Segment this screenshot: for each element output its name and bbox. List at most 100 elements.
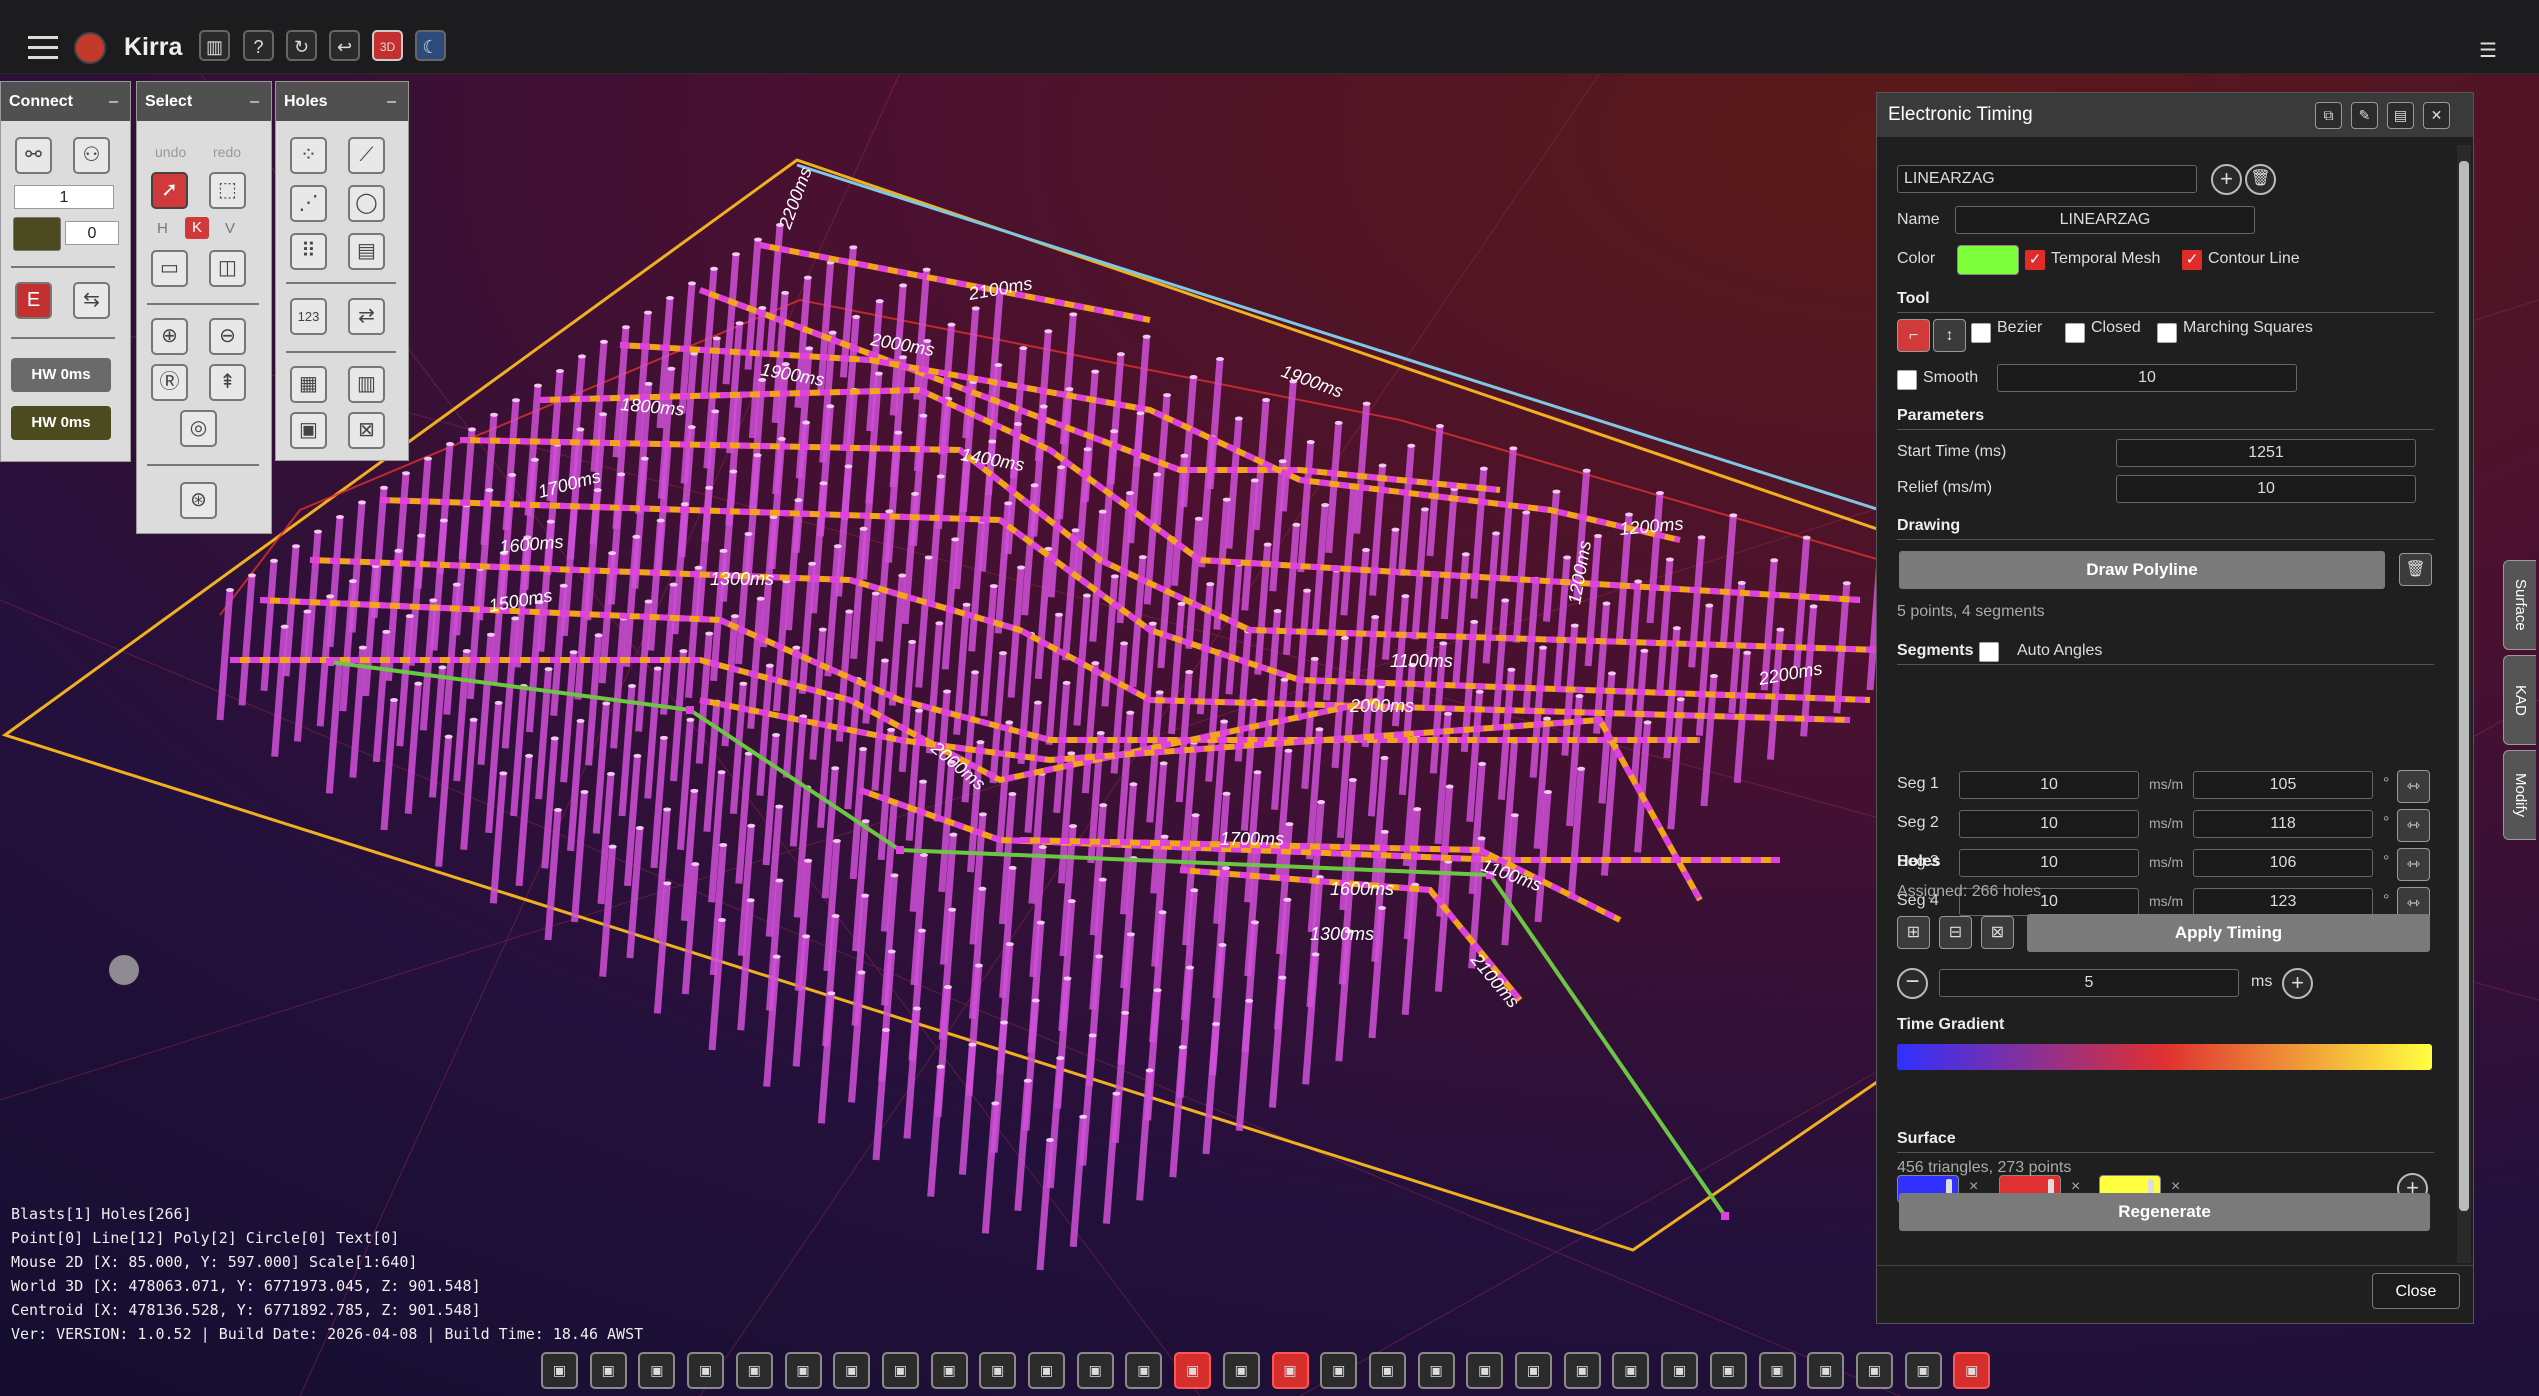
v-toggle[interactable]: V bbox=[225, 220, 235, 237]
close-icon[interactable]: ✕ bbox=[2423, 102, 2450, 129]
bottom-tool-icon[interactable]: ▣ bbox=[1174, 1352, 1212, 1389]
dialog-title[interactable]: Electronic Timing bbox=[1877, 93, 2473, 137]
list-icon[interactable]: ☰ bbox=[2479, 38, 2497, 63]
hw-button-1[interactable]: HW 0ms bbox=[11, 358, 111, 392]
remove-icon[interactable]: ⊖ bbox=[209, 318, 246, 355]
assign-holes-icon[interactable]: ⊞ bbox=[1897, 916, 1930, 949]
move-tool-icon[interactable]: ↕ bbox=[1933, 319, 1966, 352]
redo-label[interactable]: redo bbox=[213, 144, 241, 160]
expand-icon[interactable]: ▣ bbox=[290, 412, 327, 449]
undo-icon[interactable]: ↩ bbox=[329, 30, 360, 61]
modify-tab[interactable]: Modify bbox=[2503, 750, 2536, 840]
assign-row-icon[interactable]: ⊟ bbox=[1939, 916, 1972, 949]
minimize-icon[interactable]: – bbox=[250, 82, 259, 121]
color-swatch[interactable] bbox=[13, 217, 61, 251]
draw-polyline-button[interactable]: Draw Polyline bbox=[1899, 551, 2385, 589]
marching-squares-checkbox[interactable] bbox=[2157, 323, 2177, 343]
help-icon[interactable]: ? bbox=[243, 30, 274, 61]
bottom-tool-icon[interactable]: ▣ bbox=[687, 1352, 725, 1389]
smooth-checkbox[interactable] bbox=[1897, 370, 1917, 390]
bottom-tool-icon[interactable]: ▣ bbox=[1563, 1352, 1601, 1389]
scrollbar[interactable] bbox=[2457, 145, 2471, 1263]
bottom-tool-icon[interactable]: ▣ bbox=[1612, 1352, 1650, 1389]
flip-segment-icon[interactable]: ⇿ bbox=[2397, 809, 2430, 842]
numbering-icon[interactable]: 123 bbox=[290, 298, 327, 335]
decrement-icon[interactable]: − bbox=[1897, 968, 1928, 999]
h-toggle[interactable]: H bbox=[157, 220, 168, 237]
collapse-icon[interactable]: ⊠ bbox=[348, 412, 385, 449]
connect-icon[interactable]: ⚯ bbox=[15, 137, 52, 174]
apply-timing-button[interactable]: Apply Timing bbox=[2027, 914, 2430, 952]
close-button[interactable]: Close bbox=[2372, 1273, 2460, 1309]
bottom-tool-icon[interactable]: ▣ bbox=[833, 1352, 871, 1389]
bottom-tool-icon[interactable]: ▣ bbox=[1466, 1352, 1504, 1389]
table-icon[interactable]: ▦ bbox=[290, 366, 327, 403]
route-icon[interactable]: ⇆ bbox=[73, 282, 110, 319]
segment-angle-input[interactable]: 123 bbox=[2193, 888, 2373, 916]
pointer-select-icon[interactable]: ➚ bbox=[151, 172, 188, 209]
bottom-tool-icon[interactable]: ▣ bbox=[1709, 1352, 1747, 1389]
bottom-tool-icon[interactable]: ▣ bbox=[541, 1352, 578, 1389]
book-icon[interactable]: ▥ bbox=[199, 30, 230, 61]
bottom-tool-icon[interactable]: ▣ bbox=[1417, 1352, 1455, 1389]
bottom-tool-icon[interactable]: ▣ bbox=[1515, 1352, 1552, 1389]
bottom-tool-icon[interactable]: ▣ bbox=[638, 1352, 676, 1389]
color-picker[interactable] bbox=[1957, 245, 2019, 275]
segment-angle-input[interactable]: 105 bbox=[2193, 771, 2373, 799]
delete-icon[interactable]: 🗑 bbox=[2245, 164, 2276, 195]
hamburger-menu-icon[interactable] bbox=[28, 36, 58, 60]
moon-icon[interactable]: ☾ bbox=[415, 30, 446, 61]
segment-angle-input[interactable]: 118 bbox=[2193, 810, 2373, 838]
multi-connect-icon[interactable]: ⚇ bbox=[73, 137, 110, 174]
bottom-tool-icon[interactable]: ▣ bbox=[1953, 1352, 1991, 1389]
connect-panel-header[interactable]: Connect – bbox=[1, 82, 130, 121]
closed-checkbox[interactable] bbox=[2065, 323, 2085, 343]
distribute-icon[interactable]: ▥ bbox=[348, 366, 385, 403]
temporal-mesh-checkbox[interactable]: ✓ bbox=[2025, 250, 2045, 270]
bottom-tool-icon[interactable]: ▣ bbox=[930, 1352, 968, 1389]
circle-hole-icon[interactable]: ◯ bbox=[348, 185, 385, 222]
bottom-tool-icon[interactable]: ▣ bbox=[1222, 1352, 1260, 1389]
bottom-tool-icon[interactable]: ▣ bbox=[589, 1352, 627, 1389]
maximize-icon[interactable]: ▤ bbox=[2387, 102, 2414, 129]
select-panel-header[interactable]: Select – bbox=[137, 82, 271, 121]
bottom-tool-icon[interactable]: ▣ bbox=[1368, 1352, 1406, 1389]
unassign-holes-icon[interactable]: ⊠ bbox=[1981, 916, 2014, 949]
segment-relief-input[interactable]: 10 bbox=[1959, 771, 2139, 799]
add-icon[interactable]: ⊕ bbox=[151, 318, 188, 355]
timing-select[interactable]: LINEARZAG bbox=[1897, 165, 2197, 193]
surface-tab[interactable]: Surface bbox=[2503, 560, 2536, 650]
bottom-tool-icon[interactable]: ▣ bbox=[784, 1352, 822, 1389]
step-input[interactable]: 5 bbox=[1939, 969, 2239, 997]
bottom-tool-icon[interactable]: ▣ bbox=[1758, 1352, 1796, 1389]
grid-holes-icon[interactable]: ⠿ bbox=[290, 233, 327, 270]
bottom-tool-icon[interactable]: ▣ bbox=[1076, 1352, 1114, 1389]
bottom-tool-icon[interactable]: ▣ bbox=[1661, 1352, 1699, 1389]
contour-line-checkbox[interactable]: ✓ bbox=[2182, 250, 2202, 270]
ruler-icon[interactable]: ◫ bbox=[209, 250, 246, 287]
auto-angles-checkbox[interactable] bbox=[1979, 642, 1999, 662]
measure-icon[interactable]: ▭ bbox=[151, 250, 188, 287]
line-hole-icon[interactable]: ⟋ bbox=[348, 137, 385, 174]
bottom-tool-icon[interactable]: ▣ bbox=[1028, 1352, 1065, 1389]
draw-tool-icon[interactable]: ⌐ bbox=[1897, 319, 1930, 352]
start-time-input[interactable]: 1251 bbox=[2116, 439, 2416, 467]
list-holes-icon[interactable]: ▤ bbox=[348, 233, 385, 270]
bottom-tool-icon[interactable]: ▣ bbox=[1855, 1352, 1893, 1389]
clear-drawing-icon[interactable]: 🗑 bbox=[2399, 553, 2432, 586]
segment-relief-input[interactable]: 10 bbox=[1959, 810, 2139, 838]
bottom-tool-icon[interactable]: ▣ bbox=[1125, 1352, 1163, 1389]
hole-pattern-icon[interactable]: ⁘ bbox=[290, 137, 327, 174]
bottom-tool-icon[interactable]: ▣ bbox=[1320, 1352, 1358, 1389]
kad-tab[interactable]: KAD bbox=[2503, 655, 2536, 745]
minimize-icon[interactable]: – bbox=[387, 82, 396, 121]
minimize-icon[interactable]: – bbox=[109, 82, 118, 121]
e-button[interactable]: E bbox=[15, 282, 52, 319]
smooth-input[interactable]: 10 bbox=[1997, 364, 2297, 392]
bottom-tool-icon[interactable]: ▣ bbox=[881, 1352, 919, 1389]
relief-input[interactable]: 10 bbox=[2116, 475, 2416, 503]
undo-label[interactable]: undo bbox=[155, 144, 186, 160]
bottom-tool-icon[interactable]: ▣ bbox=[979, 1352, 1017, 1389]
target-icon[interactable]: ◎ bbox=[180, 410, 217, 447]
r-icon[interactable]: Ⓡ bbox=[151, 364, 188, 401]
